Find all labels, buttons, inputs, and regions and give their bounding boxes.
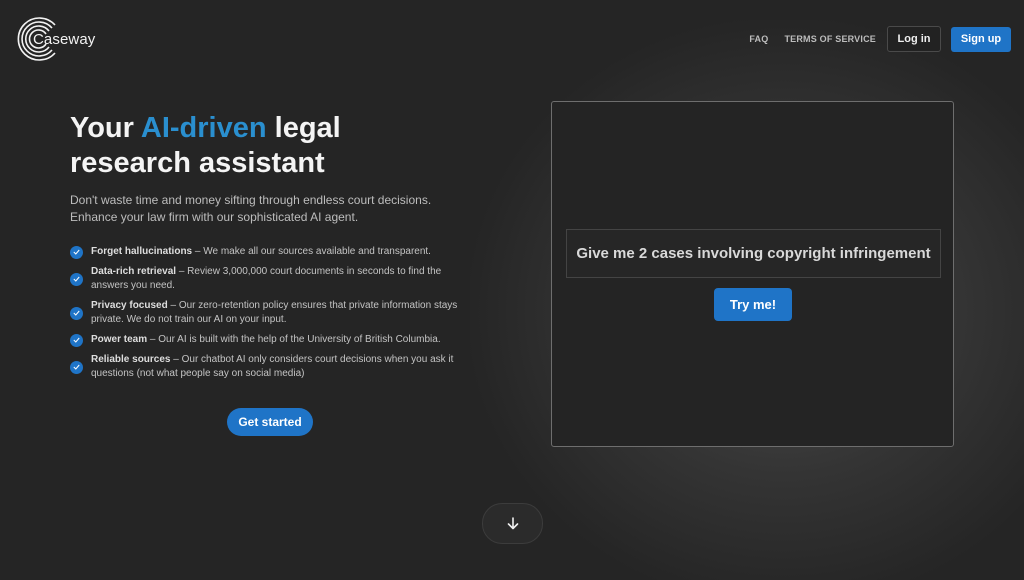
arrow-down-icon: [507, 517, 518, 530]
feature-item: Power team – Our AI is built with the he…: [70, 333, 470, 347]
feature-list: Forget hallucinations – We make all our …: [70, 245, 470, 387]
brand-name: Caseway: [33, 31, 96, 48]
brand-logo[interactable]: Caseway: [17, 16, 95, 62]
hero-title-line2: research assistant: [70, 147, 325, 179]
feature-description: – We make all our sources available and …: [192, 246, 431, 257]
feature-item: Forget hallucinations – We make all our …: [70, 245, 470, 259]
hero-title-end: legal: [266, 112, 341, 144]
hero-subtitle: Don't waste time and money sifting throu…: [70, 193, 432, 224]
top-nav: FAQ TERMS OF SERVICE Log in Sign up: [749, 26, 1011, 52]
feature-item: Data-rich retrieval – Review 3,000,000 c…: [70, 265, 470, 293]
feature-text: Reliable sources – Our chatbot AI only c…: [91, 353, 470, 381]
check-icon: [70, 272, 83, 286]
feature-text: Forget hallucinations – We make all our …: [91, 245, 431, 259]
get-started-button[interactable]: Get started: [227, 408, 313, 436]
signup-button[interactable]: Sign up: [951, 26, 1011, 52]
check-icon: [70, 306, 83, 320]
feature-description: – Our AI is built with the help of the U…: [147, 334, 441, 345]
demo-panel: Give me 2 cases involving copyright infr…: [551, 101, 954, 447]
feature-text: Power team – Our AI is built with the he…: [91, 333, 441, 347]
feature-title: Forget hallucinations: [91, 246, 193, 257]
check-icon: [70, 333, 83, 347]
scroll-down-button[interactable]: [482, 503, 543, 544]
nav-terms-link[interactable]: TERMS OF SERVICE: [784, 34, 876, 44]
example-prompt[interactable]: Give me 2 cases involving copyright infr…: [566, 229, 941, 278]
hero-title-start: Your: [70, 112, 141, 144]
try-me-button[interactable]: Try me!: [714, 288, 792, 321]
feature-item: Reliable sources – Our chatbot AI only c…: [70, 353, 470, 381]
feature-text: Data-rich retrieval – Review 3,000,000 c…: [91, 265, 470, 293]
login-button[interactable]: Log in: [887, 26, 941, 52]
feature-text: Privacy focused – Our zero-retention pol…: [91, 299, 470, 327]
hero-title-accent: AI-driven: [140, 112, 267, 144]
check-icon: [70, 245, 83, 259]
hero-title: Your AI-driven legal research assistant: [70, 111, 490, 181]
feature-title: Data-rich retrieval: [91, 266, 177, 277]
check-icon: [70, 360, 83, 374]
nav-faq-link[interactable]: FAQ: [749, 34, 768, 44]
feature-title: Privacy focused: [91, 300, 168, 311]
feature-title: Reliable sources: [91, 354, 171, 365]
feature-title: Power team: [91, 334, 148, 345]
feature-item: Privacy focused – Our zero-retention pol…: [70, 299, 470, 327]
